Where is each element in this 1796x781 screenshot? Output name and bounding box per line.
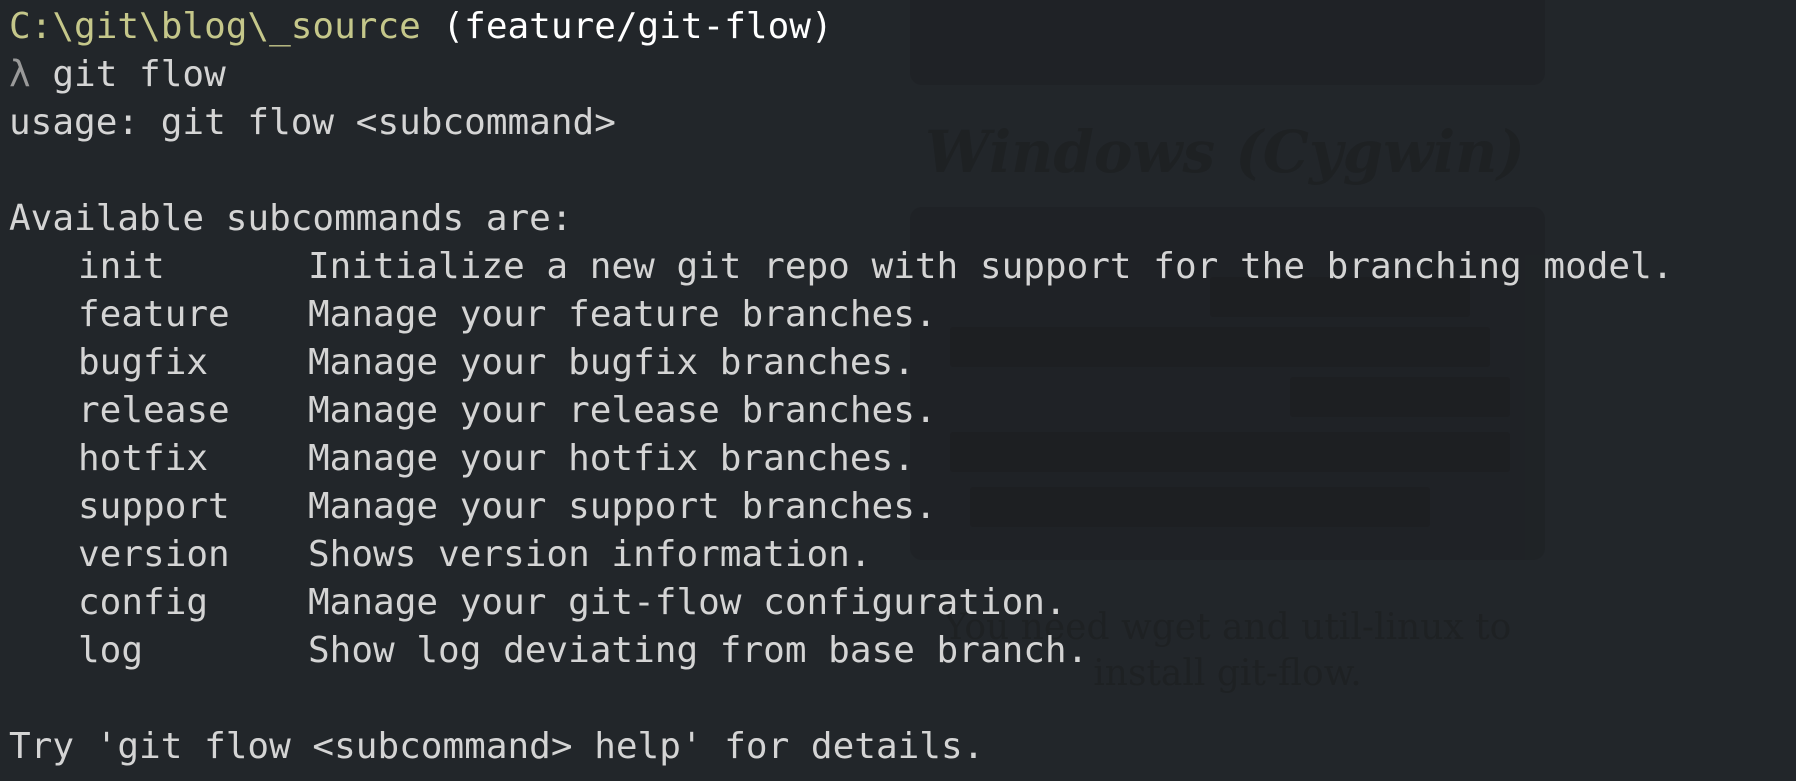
subcommand-row: feature Manage your feature branches. xyxy=(9,291,1673,339)
terminal-output: C:\git\blog\_source (feature/git-flow) λ… xyxy=(9,3,1673,771)
command-text: git flow xyxy=(30,54,226,95)
subcommand-row: support Manage your support branches. xyxy=(9,483,1673,531)
current-path: C:\git\blog\_source xyxy=(9,6,421,47)
subcommand-row: config Manage your git-flow configuration… xyxy=(9,579,1673,627)
subcommand-description: Initialize a new git repo with support f… xyxy=(308,246,1674,287)
subcommand-description: Manage your git-flow configuration. xyxy=(308,582,1067,623)
subcommand-row: hotfix Manage your hotfix branches. xyxy=(9,435,1673,483)
subcommand-name: bugfix xyxy=(78,342,209,383)
subcommand-description: Shows version information. xyxy=(308,534,872,575)
available-header: Available subcommands are: xyxy=(9,198,573,239)
subcommand-name: support xyxy=(78,486,230,527)
subcommand-name: init xyxy=(78,246,165,287)
usage-line: usage: git flow <subcommand> xyxy=(9,102,616,143)
subcommand-description: Manage your release branches. xyxy=(308,390,937,431)
subcommand-name: log xyxy=(78,630,144,671)
terminal-window[interactable]: Windows (Cygwin) You need wget and util-… xyxy=(0,0,1796,781)
command-line: λ git flow xyxy=(9,51,1673,99)
subcommand-row: version Shows version information. xyxy=(9,531,1673,579)
subcommand-name: config xyxy=(78,582,209,623)
subcommand-row: bugfix Manage your bugfix branches. xyxy=(9,339,1673,387)
subcommand-description: Manage your support branches. xyxy=(308,486,937,527)
subcommand-name: release xyxy=(78,390,230,431)
subcommand-description: Manage your feature branches. xyxy=(308,294,937,335)
subcommand-row: log Show log deviating from base branch. xyxy=(9,627,1673,675)
footer-hint: Try 'git flow <subcommand> help' for det… xyxy=(9,726,985,767)
prompt-symbol: λ xyxy=(9,54,31,95)
subcommand-description: Show log deviating from base branch. xyxy=(308,630,1089,671)
subcommand-name: hotfix xyxy=(78,438,209,479)
prompt-line: C:\git\blog\_source (feature/git-flow) xyxy=(9,3,1673,51)
subcommand-name: version xyxy=(78,534,230,575)
subcommand-row: release Manage your release branches. xyxy=(9,387,1673,435)
subcommand-description: Manage your hotfix branches. xyxy=(308,438,915,479)
subcommand-description: Manage your bugfix branches. xyxy=(308,342,915,383)
git-branch: (feature/git-flow) xyxy=(420,6,833,47)
subcommand-name: feature xyxy=(78,294,230,335)
subcommand-row: init Initialize a new git repo with suppo… xyxy=(9,243,1673,291)
